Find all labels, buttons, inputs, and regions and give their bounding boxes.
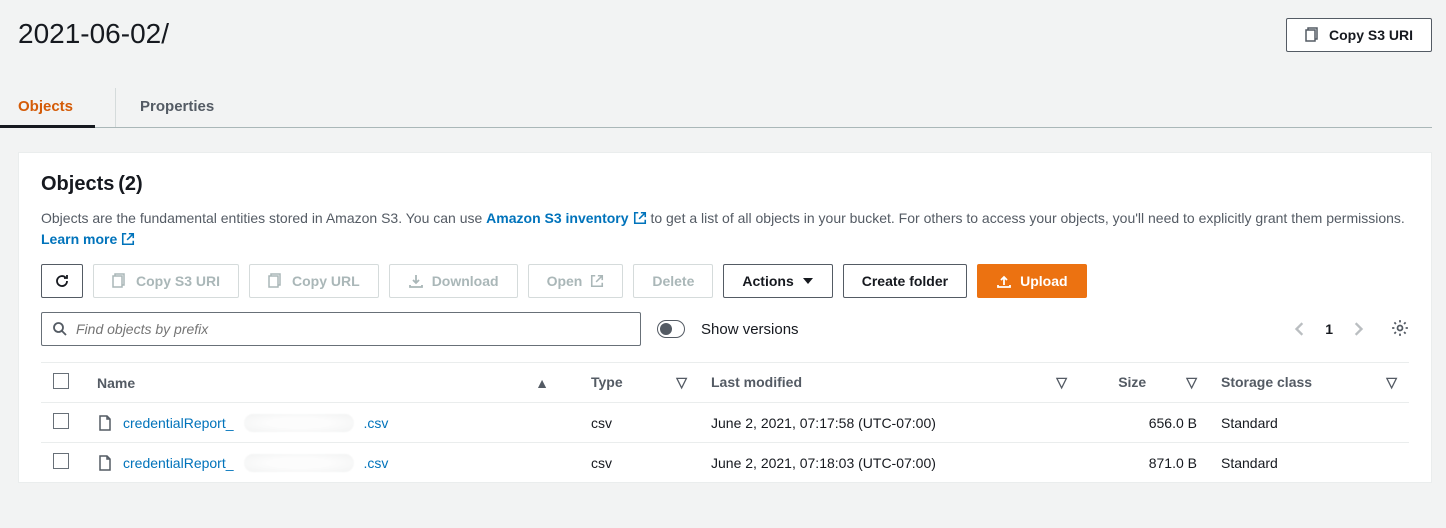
create-folder-button[interactable]: Create folder <box>843 264 967 298</box>
cell-size: 871.0 B <box>1079 443 1209 483</box>
search-input-wrap[interactable] <box>41 312 641 346</box>
cell-last-modified: June 2, 2021, 07:18:03 (UTC-07:00) <box>699 443 1079 483</box>
refresh-icon <box>54 273 70 289</box>
table-row: credentialReport_ .csv csvJune 2, 2021, 07… <box>41 443 1409 483</box>
select-all-checkbox[interactable] <box>53 373 69 389</box>
upload-label: Upload <box>1020 273 1067 289</box>
cell-type: csv <box>579 443 699 483</box>
object-name-link[interactable]: credentialReport_ <box>123 455 234 471</box>
object-name-suffix[interactable]: .csv <box>364 415 389 431</box>
redacted-segment <box>244 414 354 432</box>
refresh-button[interactable] <box>41 264 83 298</box>
delete-label: Delete <box>652 273 694 289</box>
object-name-link[interactable]: credentialReport_ <box>123 415 234 431</box>
col-last-modified[interactable]: Last modified▽ <box>699 363 1079 403</box>
copy-icon <box>112 273 128 289</box>
learn-more-link[interactable]: Learn more <box>41 231 117 247</box>
pager: 1 <box>1293 319 1409 340</box>
objects-panel: Objects (2) Objects are the fundamental … <box>18 152 1432 483</box>
actions-button[interactable]: Actions <box>723 264 832 298</box>
panel-heading: Objects <box>41 173 114 195</box>
panel-desc-mid: to get a list of all objects in your buc… <box>650 210 1404 226</box>
col-storage-class[interactable]: Storage class▽ <box>1209 363 1409 403</box>
inventory-link[interactable]: Amazon S3 inventory <box>486 210 628 226</box>
external-link-icon <box>121 232 135 246</box>
tab-objects[interactable]: Objects <box>18 88 73 127</box>
cell-storage-class: Standard <box>1209 443 1409 483</box>
table-row: credentialReport_ .csv csvJune 2, 2021, 07… <box>41 403 1409 443</box>
col-size[interactable]: Size▽ <box>1079 363 1209 403</box>
search-icon <box>52 321 68 337</box>
copy-url-label: Copy URL <box>292 273 360 289</box>
object-name-suffix[interactable]: .csv <box>364 455 389 471</box>
tab-properties[interactable]: Properties <box>115 88 214 127</box>
file-icon <box>97 415 113 431</box>
copy-s3-uri-button[interactable]: Copy S3 URI <box>93 264 239 298</box>
open-label: Open <box>547 273 583 289</box>
tabs-bar: Objects Properties <box>18 88 1432 128</box>
panel-desc-pre: Objects are the fundamental entities sto… <box>41 210 486 226</box>
external-link-icon <box>590 274 604 288</box>
search-input[interactable] <box>76 321 630 337</box>
pager-current: 1 <box>1325 321 1333 337</box>
column-options-icon: ▽ <box>676 374 687 391</box>
col-type[interactable]: Type▽ <box>579 363 699 403</box>
show-versions-toggle[interactable] <box>657 320 685 338</box>
settings-button[interactable] <box>1391 319 1409 340</box>
download-icon <box>408 273 424 289</box>
open-button[interactable]: Open <box>528 264 624 298</box>
delete-button[interactable]: Delete <box>633 264 713 298</box>
column-options-icon: ▽ <box>1386 374 1397 391</box>
panel-count: (2) <box>118 173 142 195</box>
page-title: 2021-06-02/ <box>18 18 169 50</box>
copy-icon <box>268 273 284 289</box>
download-label: Download <box>432 273 499 289</box>
cell-last-modified: June 2, 2021, 07:17:58 (UTC-07:00) <box>699 403 1079 443</box>
copy-s3-uri-header-label: Copy S3 URI <box>1329 27 1413 43</box>
objects-table: Name ▲ Type▽ Last modified▽ Size▽ Storag… <box>41 362 1409 483</box>
copy-url-button[interactable]: Copy URL <box>249 264 379 298</box>
toolbar: Copy S3 URI Copy URL Download Open Delet… <box>41 264 1409 298</box>
show-versions-label: Show versions <box>701 321 799 338</box>
upload-icon <box>996 273 1012 289</box>
actions-label: Actions <box>742 273 793 289</box>
external-link-icon <box>633 211 647 225</box>
row-checkbox[interactable] <box>53 413 69 429</box>
gear-icon <box>1391 319 1409 337</box>
caret-down-icon <box>802 275 814 287</box>
chevron-right-icon[interactable] <box>1351 322 1365 336</box>
col-name[interactable]: Name ▲ <box>85 363 579 403</box>
panel-description: Objects are the fundamental entities sto… <box>41 208 1409 250</box>
column-options-icon: ▽ <box>1186 374 1197 390</box>
column-options-icon: ▽ <box>1056 374 1067 391</box>
redacted-segment <box>244 454 354 472</box>
download-button[interactable]: Download <box>389 264 518 298</box>
upload-button[interactable]: Upload <box>977 264 1086 298</box>
sort-asc-icon: ▲ <box>535 375 549 391</box>
cell-type: csv <box>579 403 699 443</box>
copy-s3-uri-header-button[interactable]: Copy S3 URI <box>1286 18 1432 52</box>
copy-s3-uri-label: Copy S3 URI <box>136 273 220 289</box>
create-folder-label: Create folder <box>862 273 948 289</box>
row-checkbox[interactable] <box>53 453 69 469</box>
cell-size: 656.0 B <box>1079 403 1209 443</box>
chevron-left-icon[interactable] <box>1293 322 1307 336</box>
copy-icon <box>1305 27 1321 43</box>
file-icon <box>97 455 113 471</box>
cell-storage-class: Standard <box>1209 403 1409 443</box>
